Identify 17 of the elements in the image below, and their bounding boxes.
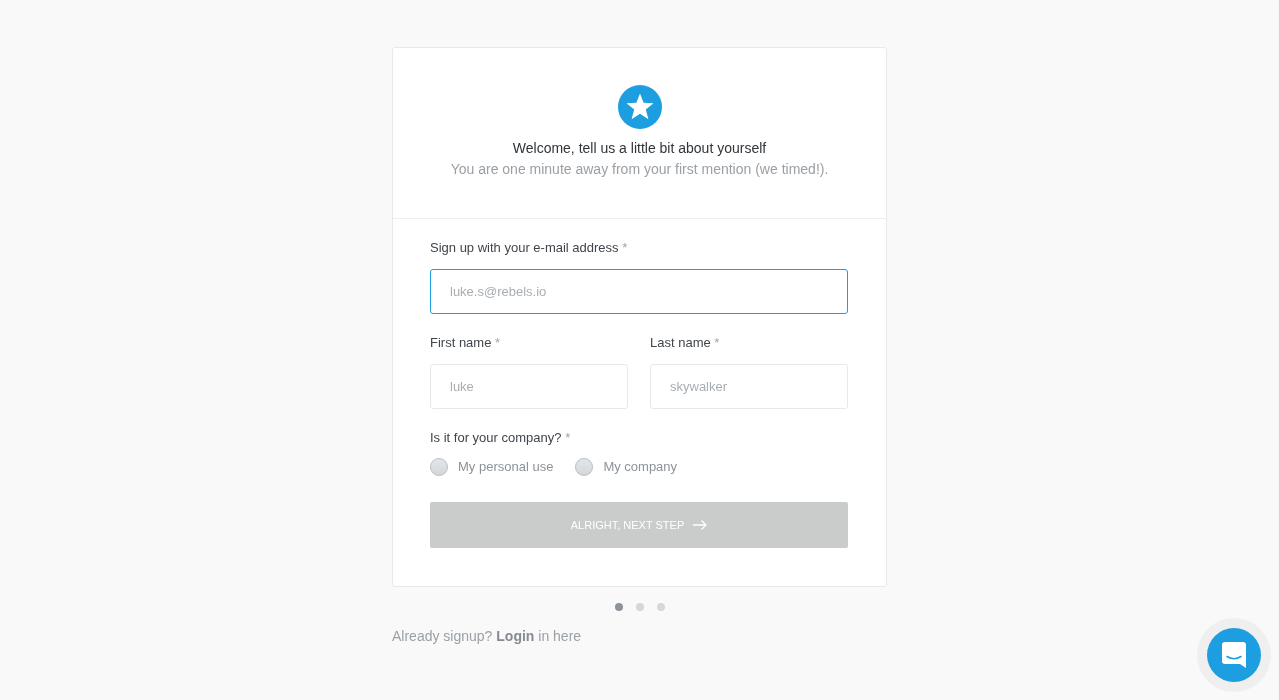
name-field[interactable]: luke [430, 364, 628, 409]
chat-bubble-icon [1222, 642, 1246, 668]
arrow-right-icon [693, 520, 708, 530]
radio-label[interactable]: My personal use [458, 458, 554, 476]
name-label: First name * [430, 334, 501, 352]
company-question-label: Is it for your company? * [430, 429, 571, 447]
radio-label[interactable]: My company [603, 458, 678, 476]
name-field[interactable]: skywalker [650, 364, 848, 409]
email-field[interactable]: luke.s@rebels.io [430, 269, 848, 314]
login-link[interactable]: Login [496, 628, 535, 644]
welcome-title: Welcome, tell us a little bit about yourself [512, 139, 767, 158]
email-label: Sign up with your e-mail address * [430, 239, 628, 257]
radio-button[interactable] [430, 458, 448, 476]
radio-button[interactable] [575, 458, 594, 476]
name-label: Last name * [650, 334, 720, 352]
login-prompt: Already signup? Login in here [392, 627, 583, 646]
welcome-subtitle: You are one minute away from your first mention (we timed!). [450, 160, 829, 179]
